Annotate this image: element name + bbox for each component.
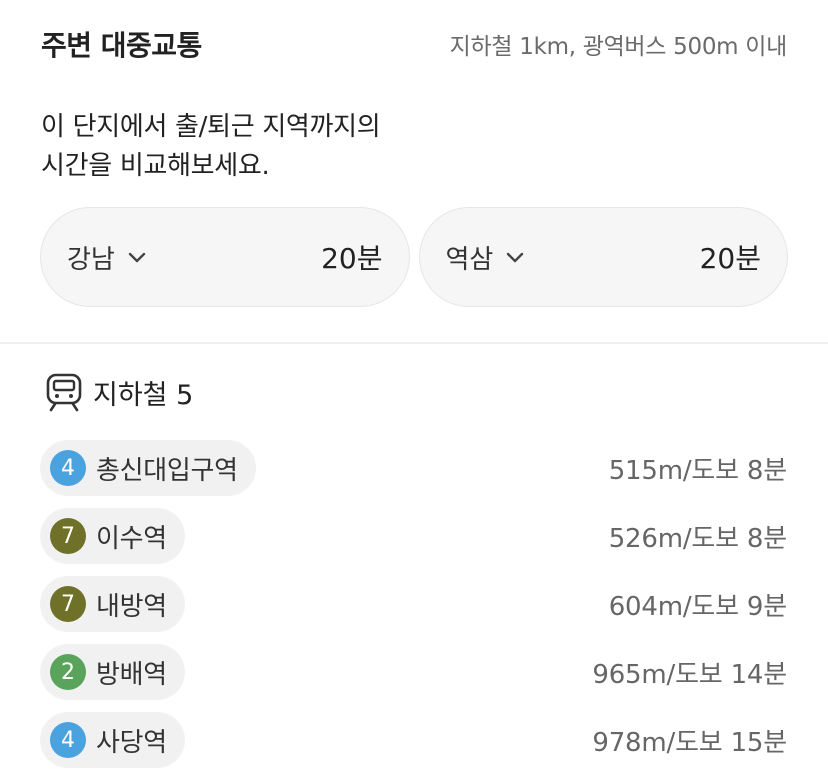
line-badge: 4 xyxy=(50,722,86,758)
commute-description: 이 단지에서 출/퇴근 지역까지의 시간을 비교해보세요. xyxy=(41,108,381,186)
station-pill[interactable]: 4 사당역 xyxy=(40,712,185,768)
station-distance: 965m/도보 14분 xyxy=(592,659,787,690)
destination-select[interactable]: 역삼 xyxy=(446,239,528,276)
destination-label: 강남 xyxy=(67,244,115,275)
station-distance: 526m/도보 8분 xyxy=(608,523,787,554)
destination-label: 역삼 xyxy=(445,244,494,275)
section-title: 주변 대중교통 xyxy=(41,29,202,62)
commute-time: 20분 xyxy=(699,242,761,275)
commute-card-yeoksam[interactable]: 역삼 20분 xyxy=(418,207,788,307)
station-pill[interactable]: 7 이수역 xyxy=(40,508,185,564)
station-name: 방배역 xyxy=(96,659,167,690)
station-name: 사당역 xyxy=(96,727,167,758)
line-badge: 4 xyxy=(50,450,86,486)
section-header: 주변 대중교통 지하철 1km, 광역버스 500m 이내 xyxy=(41,22,787,66)
chevron-down-icon xyxy=(125,245,149,269)
station-pill[interactable]: 4 총신대입구역 xyxy=(40,440,256,496)
station-distance: 515m/도보 8분 xyxy=(608,455,787,486)
range-note: 지하철 1km, 광역버스 500m 이내 xyxy=(449,34,788,60)
station-pill[interactable]: 2 방배역 xyxy=(40,644,185,700)
station-distance: 604m/도보 9분 xyxy=(608,591,787,622)
station-row[interactable]: 7 이수역 526m/도보 8분 xyxy=(40,508,787,564)
train-icon xyxy=(45,372,83,412)
commute-time: 20분 xyxy=(321,242,383,275)
destination-select[interactable]: 강남 xyxy=(67,239,149,276)
station-distance: 978m/도보 15분 xyxy=(592,727,787,758)
station-name: 총신대입구역 xyxy=(96,455,238,486)
station-name: 내방역 xyxy=(96,591,167,622)
description-line-2: 시간을 비교해보세요. xyxy=(41,151,270,181)
station-pill[interactable]: 7 내방역 xyxy=(40,576,185,632)
description-line-1: 이 단지에서 출/퇴근 지역까지의 xyxy=(41,112,381,142)
subway-count-label: 지하철 5 xyxy=(93,379,194,411)
station-row[interactable]: 2 방배역 965m/도보 14분 xyxy=(40,644,787,700)
station-list: 4 총신대입구역 515m/도보 8분 7 이수역 526m/도보 8분 7 내… xyxy=(40,440,787,780)
subway-header: 지하철 5 xyxy=(45,370,193,414)
station-name: 이수역 xyxy=(96,523,167,554)
line-badge: 7 xyxy=(50,518,86,554)
commute-comparison: 강남 20분 역삼 20분 xyxy=(40,207,788,309)
station-row[interactable]: 7 내방역 604m/도보 9분 xyxy=(40,576,787,632)
line-badge: 7 xyxy=(50,586,86,622)
line-badge: 2 xyxy=(50,654,86,690)
commute-card-gangnam[interactable]: 강남 20분 xyxy=(40,207,410,307)
station-row[interactable]: 4 총신대입구역 515m/도보 8분 xyxy=(40,440,787,496)
chevron-down-icon xyxy=(503,245,527,269)
station-row[interactable]: 4 사당역 978m/도보 15분 xyxy=(40,712,787,768)
section-divider xyxy=(0,342,828,344)
